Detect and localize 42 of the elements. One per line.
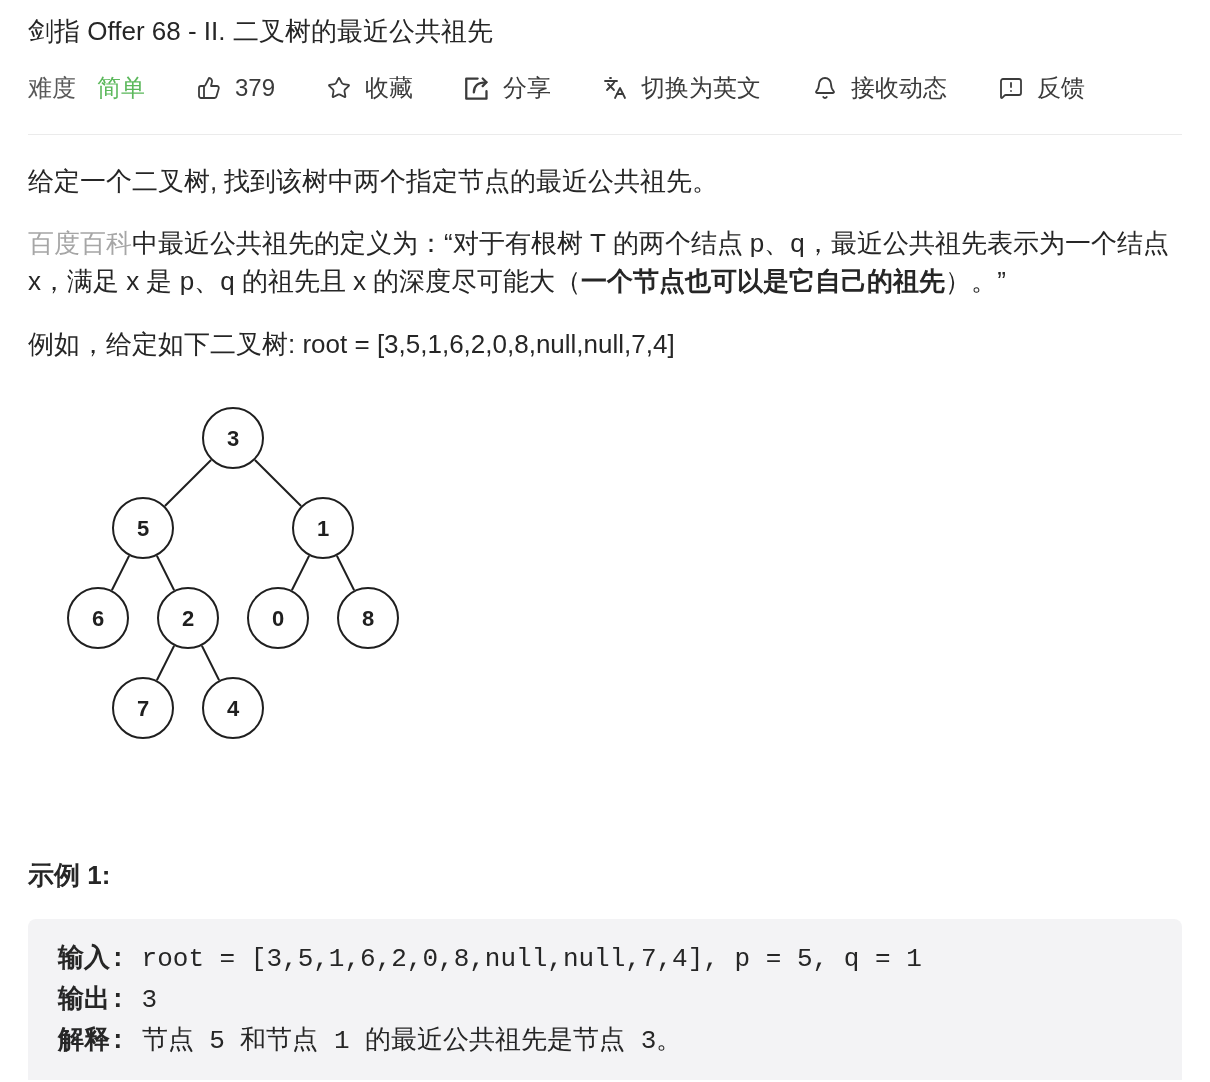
share-icon — [465, 76, 490, 100]
example-value: root = [3,5,1,6,2,0,8,null,null,7,4], p = 5, q = 1 — [141, 943, 922, 976]
translate-button[interactable]: 切换为英文 — [603, 68, 762, 108]
feedback-button[interactable]: 反馈 — [999, 68, 1086, 108]
tree-node: 6 — [67, 587, 129, 649]
speech-bubble-icon — [999, 76, 1024, 100]
tree-edge — [253, 458, 303, 508]
example-intro-paragraph: 例如，给定如下二叉树: root = [3,5,1,6,2,0,8,null,null,7,4] — [28, 328, 676, 361]
tree-edge — [335, 554, 356, 592]
tree-node: 8 — [337, 587, 399, 649]
bell-icon — [813, 76, 838, 100]
tree-node: 1 — [292, 497, 354, 559]
definition-paragraph: 百度百科中最近公共祖先的定义为：“对于有根树 T 的两个结点 p、q，最近公共祖先表示为一个结点 x，满足 x 是 p、q 的祖先且 x 的深度尽可能大（一个节点也可以是它自己的祖先）。” — [28, 227, 1170, 298]
tree-node: 7 — [112, 677, 174, 739]
tree-node: 3 — [202, 407, 264, 469]
like-button[interactable]: 379 — [197, 68, 276, 108]
tree-node: 5 — [112, 497, 174, 559]
tree-node: 0 — [247, 587, 309, 649]
example-label: 输出: — [58, 984, 126, 1017]
tree-edge — [155, 554, 176, 592]
tree-edge — [110, 554, 131, 592]
tree-edge — [163, 458, 213, 508]
example-heading: 示例 1: — [28, 859, 112, 892]
tree-edge — [290, 554, 311, 592]
thumbs-up-icon — [197, 76, 221, 100]
intro-paragraph: 给定一个二叉树, 找到该树中两个指定节点的最近公共祖先。 — [28, 165, 720, 198]
example-value: 节点 5 和节点 1 的最近公共祖先是节点 3。 — [141, 1025, 683, 1058]
share-button[interactable]: 分享 — [465, 68, 552, 108]
example-value: 3 — [141, 984, 158, 1017]
tree-node: 2 — [157, 587, 219, 649]
tree-edge — [155, 644, 176, 682]
tree-node: 4 — [202, 677, 264, 739]
example-label: 输入: — [58, 942, 126, 976]
tree-edge — [200, 644, 221, 682]
star-icon — [327, 76, 352, 100]
subscribe-button[interactable]: 接收动态 — [813, 68, 948, 108]
difficulty-label: 难度 — [28, 73, 76, 103]
problem-title: 剑指 Offer 68 - II. 二叉树的最近公共祖先 — [28, 15, 494, 48]
difficulty-value: 简单 — [97, 73, 145, 103]
example-label: 解释: — [58, 1025, 126, 1058]
translate-icon — [603, 76, 628, 100]
favorite-button[interactable]: 收藏 — [327, 68, 414, 108]
